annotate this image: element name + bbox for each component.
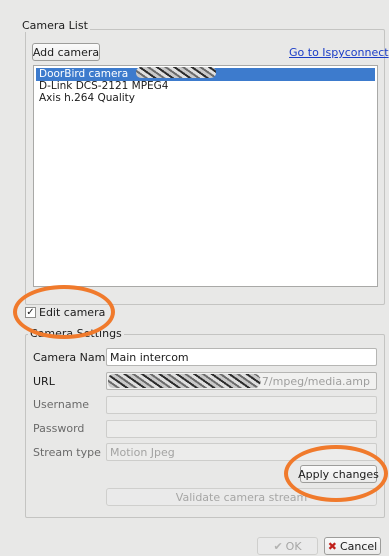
ispyconnect-link[interactable]: Go to Ispyconnect [289,46,389,59]
url-label: URL [33,375,55,388]
url-value: 8557/mpeg/media.amp [240,374,370,388]
stream-type-value: Motion Jpeg [110,445,175,459]
camera-list[interactable]: DoorBird camera D-Link DCS-2121 MPEG4 Ax… [33,65,378,287]
username-field[interactable] [106,396,377,414]
ok-icon: ✔ [273,539,283,553]
cancel-icon: ✖ [327,539,337,553]
username-label: Username [33,398,90,411]
ok-label: OK [285,539,302,553]
password-label: Password [33,422,85,435]
camera-list-item[interactable]: Axis h.264 Quality [36,92,375,105]
password-field[interactable] [106,420,377,438]
camera-list-item-label: Axis h.264 Quality [39,92,136,104]
camera-list-item-label: D-Link DCS-2121 MPEG4 [39,80,169,92]
redacted-area [136,67,216,78]
redacted-area [108,374,260,388]
ok-button[interactable]: ✔ OK [257,537,318,555]
cancel-label: Cancel [339,539,378,553]
stream-type-label: Stream type [33,446,101,459]
highlight-ring-apply-changes [284,445,388,502]
camera-list-title: Camera List [20,19,90,32]
cancel-button[interactable]: ✖ Cancel [324,537,381,555]
camera-name-field[interactable]: Main intercom [106,348,377,366]
add-camera-button[interactable]: Add camera [32,43,100,61]
camera-list-item-label: DoorBird camera [39,68,129,80]
camera-name-value: Main intercom [110,350,189,364]
highlight-ring-edit-camera [13,285,115,339]
camera-name-label: Camera Name [33,351,113,364]
